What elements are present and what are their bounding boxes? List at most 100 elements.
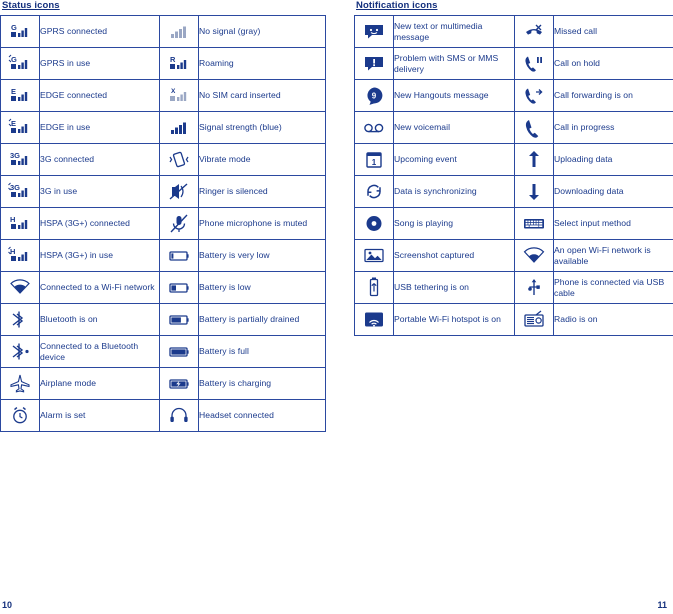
bluetooth-connected-icon [0, 335, 40, 368]
svg-text:H: H [10, 247, 15, 256]
manual-page: Status icons G GPRS connected No signal … [0, 0, 673, 614]
icon-label: Upcoming event [393, 143, 515, 176]
table-row: 3G 3G in use Ringer is silenced [0, 175, 326, 208]
svg-text:G: G [11, 23, 17, 32]
icon-label: Screenshot captured [393, 239, 515, 272]
icon-label: GPRS in use [39, 47, 160, 80]
voicemail-icon [354, 111, 394, 144]
radio-icon [514, 303, 554, 336]
table-row: Alarm is set Headset connected [0, 399, 326, 432]
icon-label: Data is synchronizing [393, 175, 515, 208]
hspa-connected-icon: H [0, 207, 40, 240]
icon-label: No signal (gray) [198, 15, 326, 48]
icon-label: HSPA (3G+) in use [39, 239, 160, 272]
icon-label: Missed call [553, 15, 673, 48]
battery-low-icon [159, 271, 199, 304]
microphone-muted-icon [159, 207, 199, 240]
download-icon [514, 175, 554, 208]
svg-text:3G: 3G [10, 183, 20, 192]
screenshot-icon [354, 239, 394, 272]
page-number-left: 10 [2, 600, 13, 610]
battery-charging-icon [159, 367, 199, 400]
table-row: Screenshot captured An open Wi-Fi networ… [354, 239, 673, 272]
table-row: G GPRS in use R Roaming [0, 47, 326, 80]
keyboard-icon [514, 207, 554, 240]
missed-call-icon [514, 15, 554, 48]
icon-label: EDGE in use [39, 111, 160, 144]
roaming-icon: R [159, 47, 199, 80]
icon-label: Call in progress [553, 111, 673, 144]
table-row: Data is synchronizing Downloading data [354, 175, 673, 208]
icon-label: An open Wi-Fi network is available [553, 239, 673, 272]
icon-label: USB tethering is on [393, 271, 515, 304]
3g-connected-icon: 3G [0, 143, 40, 176]
gprs-connected-icon: G [0, 15, 40, 48]
table-row: Connected to a Wi-Fi network Battery is … [0, 271, 326, 304]
vibrate-mode-icon [159, 143, 199, 176]
icon-label: New text or multimedia message [393, 15, 515, 48]
svg-text:3G: 3G [10, 151, 20, 160]
icon-label: Radio is on [553, 303, 673, 336]
notification-icons-column: Notification icons New text or multimedi… [354, 0, 673, 336]
hspa-in-use-icon: H [0, 239, 40, 272]
gprs-in-use-icon: G [0, 47, 40, 80]
icon-label: Uploading data [553, 143, 673, 176]
table-row: New voicemail Call in progress [354, 111, 673, 144]
status-icons-column: Status icons G GPRS connected No signal … [0, 0, 326, 432]
message-problem-icon [354, 47, 394, 80]
icon-label: Airplane mode [39, 367, 160, 400]
table-row: H HSPA (3G+) in use Battery is very low [0, 239, 326, 272]
icon-label: Select input method [553, 207, 673, 240]
usb-tethering-icon [354, 271, 394, 304]
notification-icons-heading: Notification icons [356, 0, 438, 11]
bluetooth-on-icon [0, 303, 40, 336]
edge-in-use-icon: E [0, 111, 40, 144]
call-forwarding-icon [514, 79, 554, 112]
icon-label: Signal strength (blue) [198, 111, 326, 144]
battery-full-icon [159, 335, 199, 368]
portable-hotspot-icon [354, 303, 394, 336]
3g-in-use-icon: 3G [0, 175, 40, 208]
icon-label: Vibrate mode [198, 143, 326, 176]
icon-label: Phone microphone is muted [198, 207, 326, 240]
icon-label: Call forwarding is on [553, 79, 673, 112]
open-wifi-icon [514, 239, 554, 272]
icon-label: Battery is charging [198, 367, 326, 400]
svg-text:9: 9 [372, 92, 377, 101]
song-playing-icon [354, 207, 394, 240]
svg-text:E: E [11, 87, 16, 96]
table-row: E EDGE in use Signal strength (blue) [0, 111, 326, 144]
icon-label: Alarm is set [39, 399, 160, 432]
ringer-silenced-icon [159, 175, 199, 208]
icon-label: Connected to a Wi-Fi network [39, 271, 160, 304]
airplane-mode-icon [0, 367, 40, 400]
icon-label: Song is playing [393, 207, 515, 240]
notification-icons-table: New text or multimedia message Missed ca… [354, 15, 673, 336]
alarm-set-icon [0, 399, 40, 432]
svg-text:H: H [10, 215, 15, 224]
no-sim-card-icon: X [159, 79, 199, 112]
icon-label: Roaming [198, 47, 326, 80]
table-row: Portable Wi-Fi hotspot is on Radio is on [354, 303, 673, 336]
edge-connected-icon: E [0, 79, 40, 112]
icon-label: Battery is very low [198, 239, 326, 272]
status-icons-heading: Status icons [2, 0, 60, 11]
icon-label: Call on hold [553, 47, 673, 80]
icon-label: Battery is full [198, 335, 326, 368]
icon-label: Phone is connected via USB cable [553, 271, 673, 304]
icon-label: Portable Wi-Fi hotspot is on [393, 303, 515, 336]
icon-label: Battery is partially drained [198, 303, 326, 336]
icon-label: New voicemail [393, 111, 515, 144]
hangouts-message-icon: 9 [354, 79, 394, 112]
icon-label: New Hangouts message [393, 79, 515, 112]
upload-icon [514, 143, 554, 176]
icon-label: Downloading data [553, 175, 673, 208]
battery-partially-drained-icon [159, 303, 199, 336]
signal-strength-icon [159, 111, 199, 144]
table-row: Song is playing Select input method [354, 207, 673, 240]
table-row: Connected to a Bluetooth device Battery … [0, 335, 326, 368]
table-row: 9 New Hangouts message Call forwarding i… [354, 79, 673, 112]
icon-label: Bluetooth is on [39, 303, 160, 336]
table-row: Bluetooth is on Battery is partially dra… [0, 303, 326, 336]
usb-connected-icon [514, 271, 554, 304]
